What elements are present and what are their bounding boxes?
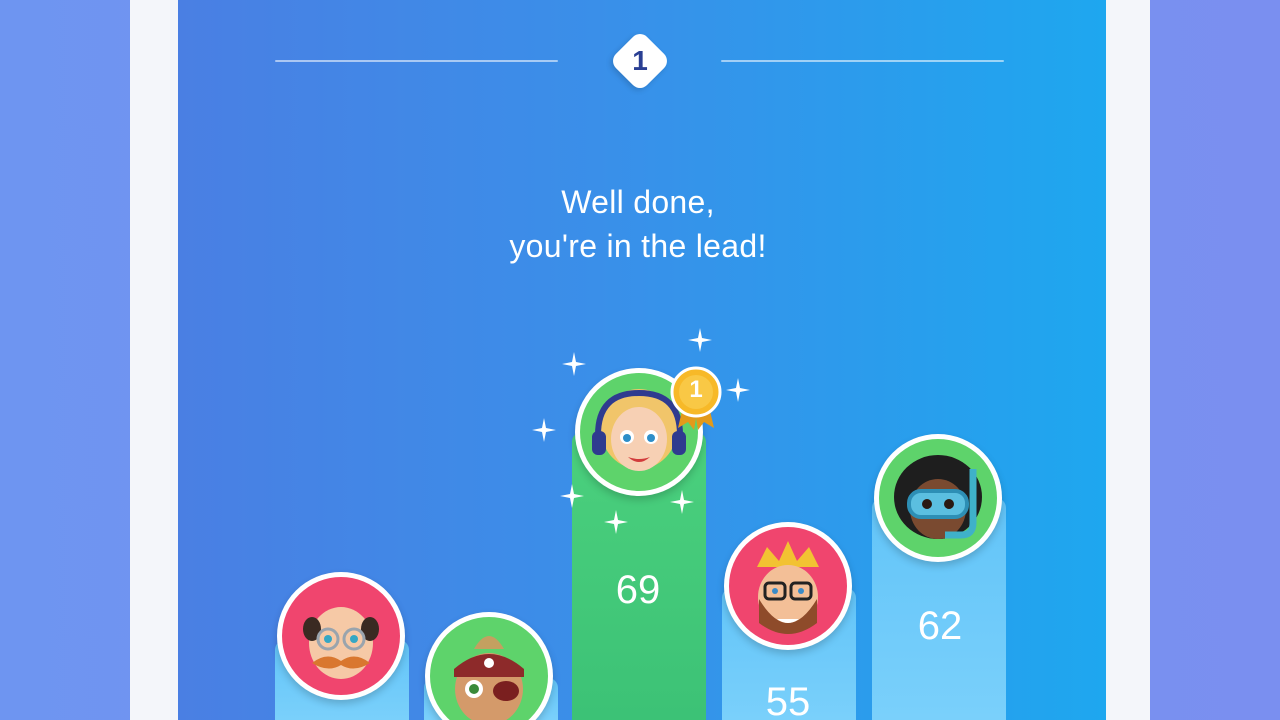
snorkel-diver-avatar-icon xyxy=(894,455,982,539)
player-avatar-2 xyxy=(425,612,553,720)
bald-mustache-glasses-avatar-icon xyxy=(303,607,379,679)
results-panel: 1 Well done, you're in the lead! 69 55 6… xyxy=(178,0,1106,720)
leader-medal: 1 xyxy=(666,362,726,432)
sparkle-icon xyxy=(604,510,628,534)
game-stage: 1 Well done, you're in the lead! 69 55 6… xyxy=(0,0,1280,720)
crowned-bearded-glasses-avatar-icon xyxy=(757,541,819,634)
sparkle-icon xyxy=(688,328,712,352)
player-5-score: 62 xyxy=(917,604,963,648)
divider-left xyxy=(275,60,558,62)
sparkle-icon xyxy=(560,484,584,508)
sparkle-icon xyxy=(726,378,750,402)
sparkle-icon xyxy=(562,352,586,376)
player-avatar-4 xyxy=(724,522,852,650)
headline-line-1: Well done, xyxy=(561,184,715,220)
sparkle-icon xyxy=(670,490,694,514)
round-badge: 1 xyxy=(608,29,672,93)
headline-line-2: you're in the lead! xyxy=(509,228,767,264)
leader-medal-number: 1 xyxy=(689,376,703,403)
round-number: 1 xyxy=(632,45,648,76)
player-4-score: 55 xyxy=(765,680,811,720)
sparkle-icon xyxy=(532,418,556,442)
leader-score: 69 xyxy=(615,568,661,612)
player-avatar-1 xyxy=(277,572,405,700)
divider-right xyxy=(721,60,1004,62)
pirate-eyepatch-avatar-icon xyxy=(454,636,524,720)
player-avatar-5 xyxy=(874,434,1002,562)
